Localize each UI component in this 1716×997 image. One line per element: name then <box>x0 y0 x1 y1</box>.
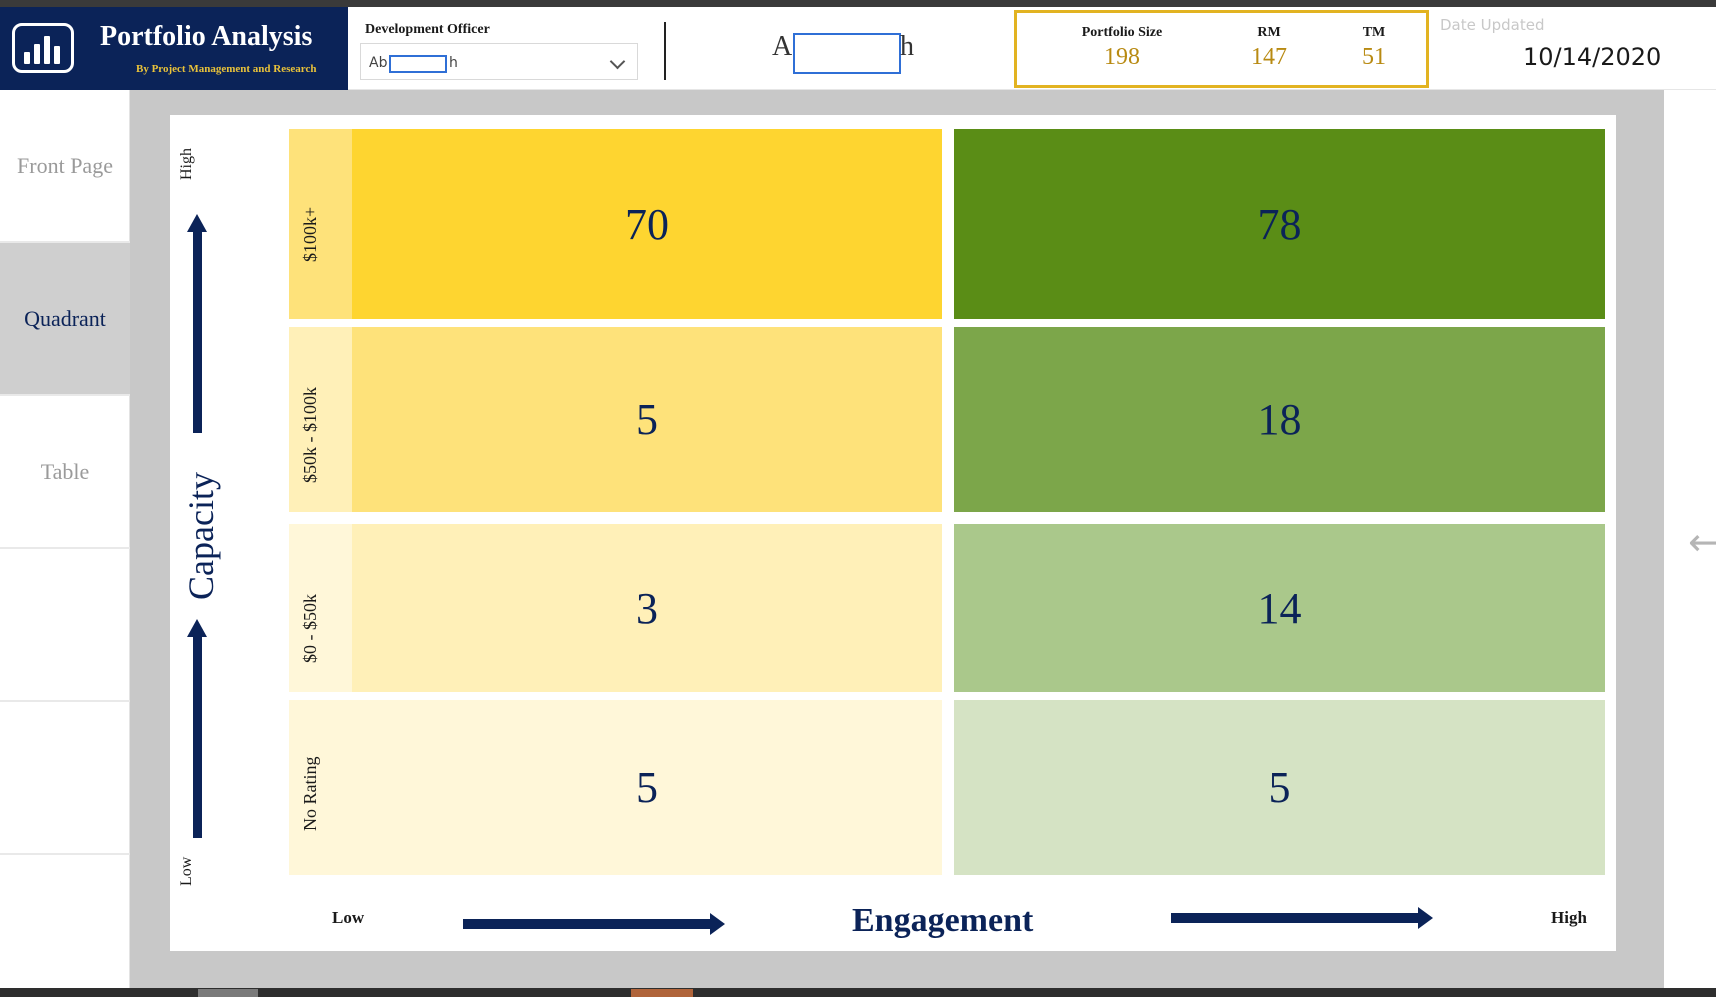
engagement-axis-title: Engagement <box>852 902 1034 939</box>
kpi-card: Portfolio Size 198 RM 147 TM 51 <box>1014 10 1429 88</box>
nav-front-page[interactable]: Front Page <box>0 90 130 243</box>
bottom-tab[interactable] <box>198 989 258 997</box>
selected-officer-suffix: h <box>900 31 914 62</box>
chevron-down-icon[interactable] <box>609 53 626 70</box>
header-divider <box>664 22 666 80</box>
officer-dropdown-value-suffix: h <box>449 55 458 71</box>
capacity-low-label: Low <box>178 856 195 886</box>
capacity-axis-title: Capacity <box>181 472 221 600</box>
engagement-low-label: Low <box>332 908 365 927</box>
nav-table[interactable]: Table <box>0 396 130 549</box>
kpi-label: Portfolio Size <box>1081 25 1163 40</box>
engagement-arrow-left <box>463 919 711 929</box>
arrow-right-icon <box>1418 907 1433 929</box>
kpi-rm: RM 147 <box>1239 25 1299 71</box>
kpi-tm: TM 51 <box>1344 25 1404 71</box>
quadrant-cell-low-50k-100k[interactable]: 5 <box>352 327 942 512</box>
officer-dropdown-value-prefix: Ab <box>369 55 388 71</box>
nav-empty-slot[interactable] <box>0 702 130 855</box>
quadrant-cell-low-no-rating[interactable]: 5 <box>352 700 942 875</box>
engagement-high-label: High <box>1551 908 1587 927</box>
engagement-arrow-right <box>1171 913 1419 923</box>
kpi-value: 51 <box>1362 44 1386 70</box>
kpi-value: 147 <box>1251 44 1287 70</box>
nav-empty-slot[interactable] <box>0 549 130 702</box>
officer-dropdown[interactable]: Ab h <box>360 43 638 80</box>
quadrant-cell-high-no-rating[interactable]: 5 <box>954 700 1605 875</box>
app-subtitle: By Project Management and Research <box>136 63 317 75</box>
page-navigation: Front Page Quadrant Table <box>0 90 130 988</box>
capacity-high-label: High <box>178 148 195 180</box>
redaction-box <box>389 55 447 73</box>
capacity-arrow-lower <box>193 635 202 838</box>
bar-chart-icon <box>12 23 74 73</box>
app-title: Portfolio Analysis <box>100 21 313 52</box>
redaction-box <box>793 33 901 74</box>
arrow-right-icon <box>710 913 725 935</box>
kpi-label: TM <box>1362 25 1386 40</box>
quadrant-cell-low-100k-plus[interactable]: 70 <box>352 129 942 319</box>
officer-filter-label: Development Officer <box>365 22 490 37</box>
nav-quadrant[interactable]: Quadrant <box>0 243 130 396</box>
capacity-arrow-upper <box>193 230 202 433</box>
brand-banner: Portfolio Analysis By Project Management… <box>0 7 348 90</box>
quadrant-cell-high-0-50k[interactable]: 14 <box>954 524 1605 692</box>
date-updated-label: Date Updated <box>1440 16 1545 34</box>
window-top-border <box>0 0 1716 7</box>
quadrant-cell-high-50k-100k[interactable]: 18 <box>954 327 1605 512</box>
kpi-label: RM <box>1257 25 1281 40</box>
bottom-tab[interactable] <box>631 989 693 997</box>
arrow-left-icon[interactable]: ← <box>1688 520 1716 564</box>
kpi-portfolio-size: Portfolio Size 198 <box>1067 25 1177 71</box>
nav-empty-slot[interactable] <box>0 855 130 997</box>
quadrant-cell-low-0-50k[interactable]: 3 <box>352 524 942 692</box>
quadrant-cell-high-100k-plus[interactable]: 78 <box>954 129 1605 319</box>
report-header: Portfolio Analysis By Project Management… <box>0 7 1716 90</box>
selected-officer-prefix: A <box>772 31 793 62</box>
kpi-value: 198 <box>1104 44 1140 70</box>
date-updated-value: 10/14/2020 <box>1523 43 1662 71</box>
